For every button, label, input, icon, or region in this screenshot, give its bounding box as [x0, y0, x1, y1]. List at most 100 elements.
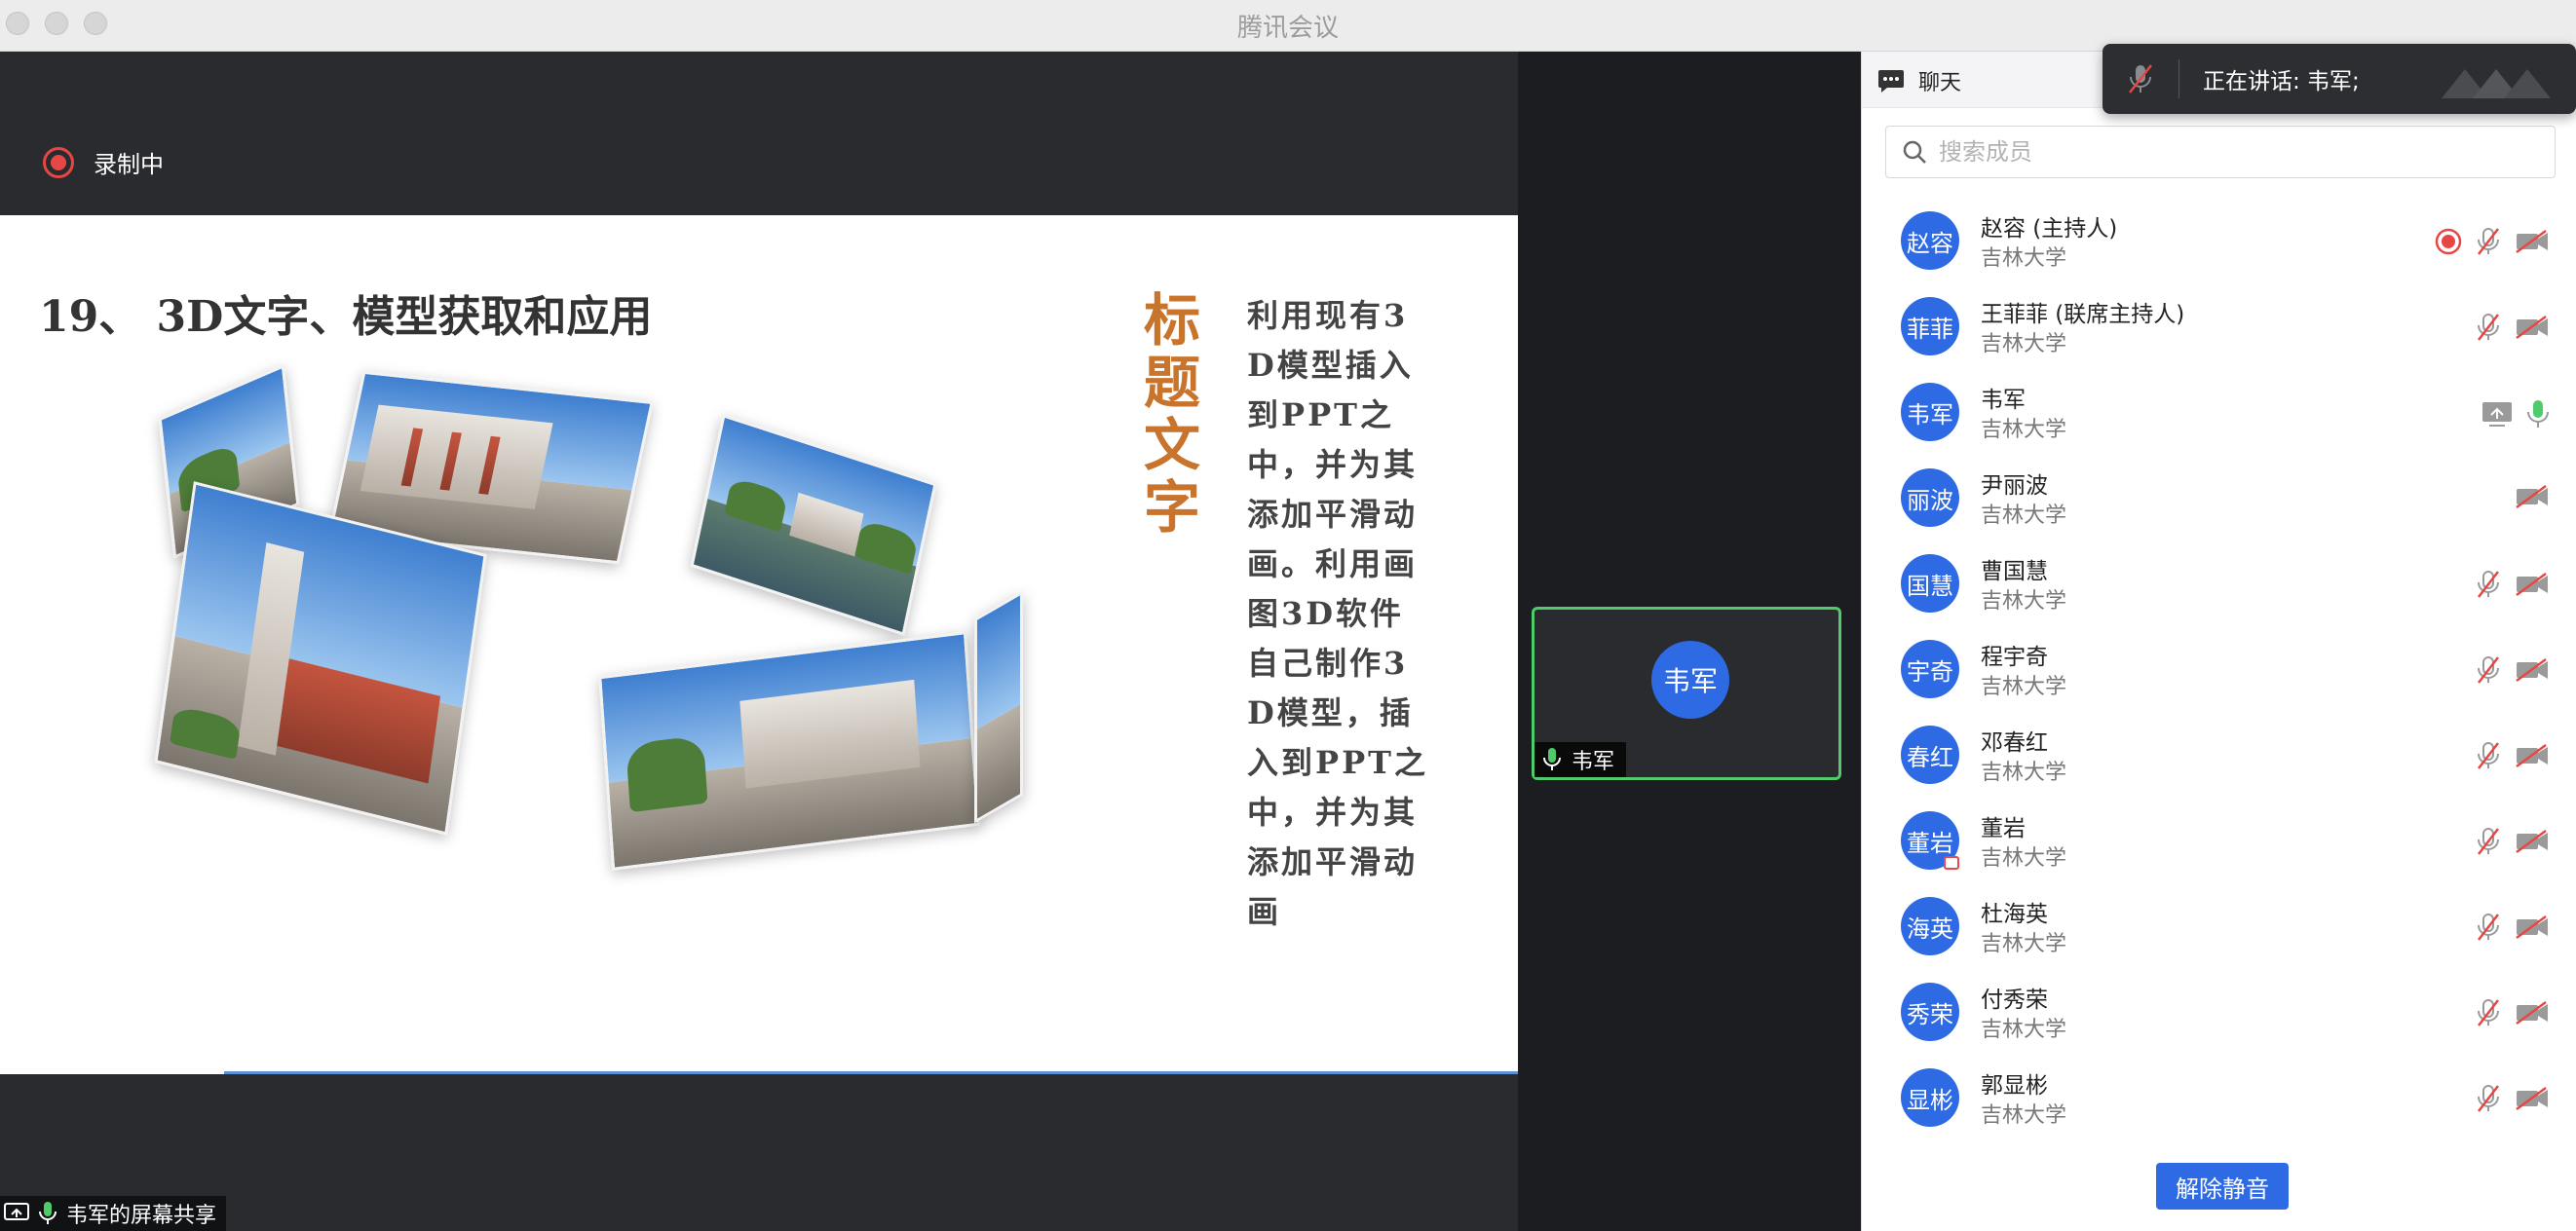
member-org: 吉林大学: [1981, 418, 2067, 442]
member-status-icons: [2435, 227, 2550, 260]
screen-share-bar[interactable]: 韦军的屏幕共享: [0, 1196, 227, 1231]
recording-icon: [43, 146, 74, 178]
member-org: 吉林大学: [1981, 1018, 2067, 1042]
self-video-tile[interactable]: 韦军 韦军: [1532, 607, 1841, 780]
slide-heading: 19、 3D文字、模型获取和应用: [39, 292, 653, 342]
member-status-icons: [2515, 484, 2550, 513]
mic-muted-icon[interactable]: [2476, 1084, 2501, 1117]
recording-indicator[interactable]: 录制中: [43, 145, 164, 179]
video-tile-label: 韦军: [1572, 750, 1615, 774]
avatar: 丽波: [1901, 468, 1959, 527]
member-row[interactable]: 丽波 尹丽波吉林大学: [1862, 455, 2576, 541]
member-status-icons: [2476, 741, 2550, 774]
member-org: 吉林大学: [1981, 589, 2067, 614]
member-status-icons: [2481, 398, 2550, 433]
mic-muted-icon[interactable]: [2476, 570, 2501, 603]
mic-muted-icon[interactable]: [2476, 741, 2501, 774]
member-row[interactable]: 韦军 韦军 吉林大学: [1862, 369, 2576, 455]
slide-divider: [224, 1071, 1518, 1074]
member-panel: 聊天 赵容赵容 (主持人)吉林大学菲菲王菲菲 (联席主持人)吉林大学韦军韦军吉林…: [1861, 52, 2576, 1231]
member-status-icons: [2476, 570, 2550, 603]
mic-muted-icon[interactable]: [2476, 827, 2501, 860]
member-name: 韦军: [1981, 388, 2026, 413]
video-off-icon[interactable]: [2515, 829, 2550, 858]
window-title: 腾讯会议: [1236, 14, 1339, 43]
chat-tab[interactable]: 聊天: [1877, 65, 1961, 96]
video-off-icon[interactable]: [2515, 1086, 2550, 1115]
member-row[interactable]: 春红 邓春红吉林大学: [1862, 712, 2576, 798]
campus-photo: [690, 414, 937, 636]
unmute-button[interactable]: 解除静音: [2156, 1163, 2289, 1210]
member-row[interactable]: 显彬 郭显彬吉林大学: [1862, 1055, 2576, 1140]
member-row[interactable]: 董岩 董岩 吉林大学: [1862, 798, 2576, 883]
video-off-icon[interactable]: [2515, 229, 2550, 258]
member-name: 郭显彬: [1981, 1073, 2048, 1099]
mic-muted-icon[interactable]: [2476, 913, 2501, 946]
member-name: 付秀荣: [1981, 988, 2048, 1013]
member-org: 吉林大学: [1981, 675, 2067, 699]
member-org: 吉林大学: [1981, 504, 2067, 528]
member-org: 吉林大学: [1981, 332, 2067, 356]
mic-muted-icon[interactable]: [2476, 998, 2501, 1031]
mic-active-icon: [1543, 748, 1561, 770]
mic-active-icon[interactable]: [2526, 398, 2550, 433]
member-row[interactable]: 宇奇 程宇奇吉林大学: [1862, 626, 2576, 712]
member-list: 赵容 赵容 (主持人) 吉林大学 菲菲 王菲菲 (联席主持人) 吉林大学 韦军 韦军 吉林大学丽…: [1862, 198, 2576, 1140]
member-name: 邓春红: [1981, 730, 2048, 756]
member-name: 董岩: [1981, 816, 2026, 841]
video-off-icon[interactable]: [2515, 914, 2550, 944]
avatar: 春红: [1901, 726, 1959, 784]
member-status-icons: [2476, 1084, 2550, 1117]
member-org: 吉林大学: [1981, 846, 2067, 871]
mic-muted-icon[interactable]: [2476, 655, 2501, 689]
speaking-indicator: 正在讲话: 韦军;: [2102, 44, 2576, 114]
member-org: 吉林大学: [1981, 1103, 2067, 1128]
member-org: 吉林大学: [1981, 932, 2067, 956]
video-off-icon[interactable]: [2515, 315, 2550, 344]
status-badge: [1944, 856, 1959, 870]
campus-photo: [598, 631, 980, 871]
screen-share-icon[interactable]: [2481, 400, 2513, 431]
member-row[interactable]: 国慧 曹国慧吉林大学: [1862, 541, 2576, 626]
member-name: 曹国慧: [1981, 559, 2048, 584]
member-row[interactable]: 赵容 赵容 (主持人) 吉林大学: [1862, 198, 2576, 283]
member-status-icons: [2476, 998, 2550, 1031]
member-name: 杜海英: [1981, 902, 2048, 927]
avatar: 菲菲: [1901, 297, 1959, 355]
member-name: 赵容 (主持人): [1981, 216, 2118, 242]
avatar: 显彬: [1901, 1068, 1959, 1127]
member-name: 尹丽波: [1981, 473, 2048, 499]
member-org: 吉林大学: [1981, 761, 2067, 785]
screen-share-icon: [4, 1203, 29, 1220]
slide-vertical-title: 标题文字: [1143, 287, 1200, 541]
avatar: 国慧: [1901, 554, 1959, 613]
member-search[interactable]: [1885, 126, 2556, 178]
video-off-icon[interactable]: [2515, 484, 2550, 513]
search-input[interactable]: [1939, 138, 2523, 166]
member-status-icons: [2476, 655, 2550, 689]
mic-active-icon: [39, 1202, 57, 1224]
member-status-icons: [2476, 827, 2550, 860]
mic-muted-icon[interactable]: [2476, 227, 2501, 260]
member-status-icons: [2476, 313, 2550, 346]
avatar: 海英: [1901, 897, 1959, 955]
member-row[interactable]: 秀荣 付秀荣 吉林大学: [1862, 969, 2576, 1055]
video-off-icon[interactable]: [2515, 657, 2550, 687]
video-off-icon[interactable]: [2515, 1000, 2550, 1029]
avatar: 宇奇: [1901, 640, 1959, 698]
recording-label: 录制中: [94, 151, 164, 178]
member-row[interactable]: 菲菲 王菲菲 (联席主持人) 吉林大学: [1862, 283, 2576, 369]
member-name: 程宇奇: [1981, 645, 2048, 670]
chat-tab-label: 聊天: [1918, 71, 1962, 95]
video-off-icon[interactable]: [2515, 572, 2550, 601]
screen-share-label: 韦军的屏幕共享: [66, 1204, 217, 1228]
search-icon: [1903, 140, 1926, 164]
campus-photo: [974, 590, 1023, 824]
speaking-label: 正在讲话: 韦军;: [2203, 69, 2360, 94]
member-row[interactable]: 海英 杜海英吉林大学: [1862, 883, 2576, 969]
chat-icon: [1878, 70, 1904, 93]
video-off-icon[interactable]: [2515, 743, 2550, 772]
mic-muted-icon[interactable]: [2476, 313, 2501, 346]
recording-icon[interactable]: [2435, 228, 2462, 259]
avatar: 赵容: [1901, 211, 1959, 270]
